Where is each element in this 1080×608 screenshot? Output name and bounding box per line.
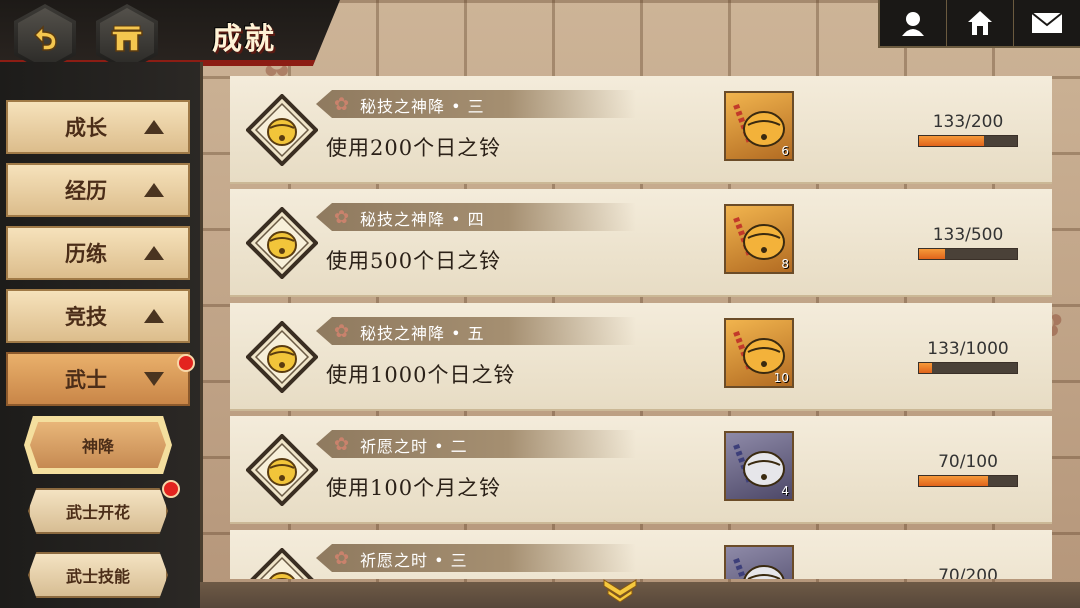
castle-gate-icon bbox=[111, 25, 143, 52]
house-button[interactable] bbox=[947, 0, 1014, 46]
reward-item[interactable]: 4 bbox=[724, 431, 794, 501]
page-title: 成就 bbox=[212, 22, 276, 57]
reward-count: 8 bbox=[781, 257, 789, 271]
subitem-divine-descent[interactable]: 神降 bbox=[24, 416, 172, 474]
floor-strip bbox=[200, 582, 1080, 608]
sakura-icon: ✿ bbox=[334, 548, 350, 569]
achievement-title: 祈愿之时 • 三 bbox=[360, 551, 468, 570]
chevron-up-icon bbox=[144, 309, 164, 323]
reward-item[interactable]: 6 bbox=[724, 91, 794, 161]
character-button[interactable] bbox=[880, 0, 947, 46]
bell-medal-icon bbox=[246, 207, 318, 279]
achievement-title: 祈愿之时 • 二 bbox=[360, 437, 468, 456]
sakura-icon: ✿ bbox=[334, 94, 350, 115]
category-label: 竞技 bbox=[65, 304, 107, 329]
category-label: 武士 bbox=[65, 367, 107, 392]
notification-badge bbox=[177, 354, 195, 372]
progress-bar bbox=[918, 135, 1018, 147]
category-arena[interactable]: 竞技 bbox=[6, 289, 190, 343]
mail-icon bbox=[1031, 12, 1063, 33]
achievement-description: 使用200个日之铃 bbox=[326, 136, 502, 160]
subitem-samurai-bloom[interactable]: 武士开花 bbox=[28, 488, 168, 534]
scroll-down-button[interactable] bbox=[600, 578, 640, 604]
category-label: 经历 bbox=[65, 178, 107, 203]
achievement-title-banner: ✿ 祈愿之时 • 二 bbox=[316, 430, 636, 458]
reward-count: 10 bbox=[773, 371, 789, 385]
category-training[interactable]: 历练 bbox=[6, 226, 190, 280]
achievement-row[interactable]: ✿ 秘技之神降 • 三使用200个日之铃 6 133/200 bbox=[230, 76, 1052, 184]
category-samurai[interactable]: 武士 bbox=[6, 352, 190, 406]
achievement-title-banner: ✿ 秘技之神降 • 五 bbox=[316, 317, 636, 345]
subitem-label: 武士技能 bbox=[65, 567, 130, 586]
sakura-icon: ✿ bbox=[334, 207, 350, 228]
bell-medal-icon bbox=[246, 321, 318, 393]
sakura-icon: ✿ bbox=[334, 434, 350, 455]
mail-button[interactable] bbox=[1014, 0, 1080, 46]
notification-badge bbox=[162, 480, 180, 498]
progress-text: 133/200 bbox=[932, 112, 1004, 132]
achievement-title: 秘技之神降 • 五 bbox=[360, 324, 485, 343]
back-arrow-icon bbox=[33, 25, 57, 51]
progress-fill bbox=[919, 249, 946, 259]
progress-fill bbox=[919, 476, 988, 486]
progress-text: 70/200 bbox=[938, 566, 998, 579]
reward-count: 6 bbox=[781, 144, 789, 158]
progress-fill bbox=[919, 363, 933, 373]
chevron-up-icon bbox=[144, 246, 164, 260]
subitem-label: 神降 bbox=[81, 437, 114, 456]
reward-item[interactable]: 10 bbox=[724, 318, 794, 388]
reward-item[interactable]: 8 bbox=[724, 204, 794, 274]
progress-bar bbox=[918, 362, 1018, 374]
subitem-label: 武士开花 bbox=[65, 503, 130, 522]
category-sidebar: 成长 经历 历练 竞技 武士 神降 武士开花 武士技能 bbox=[0, 62, 203, 608]
house-icon bbox=[968, 11, 992, 35]
category-label: 成长 bbox=[65, 115, 107, 140]
achievement-title: 秘技之神降 • 三 bbox=[360, 97, 485, 116]
achievement-title-banner: ✿ 秘技之神降 • 三 bbox=[316, 90, 636, 118]
character-icon bbox=[902, 12, 924, 36]
progress-fill bbox=[919, 136, 985, 146]
chevron-up-icon bbox=[144, 120, 164, 134]
achievement-row[interactable]: ✿ 祈愿之时 • 二使用100个月之铃 4 70/100 bbox=[230, 416, 1052, 524]
category-label: 历练 bbox=[65, 241, 107, 266]
achievement-title-banner: ✿ 祈愿之时 • 三 bbox=[316, 544, 636, 572]
achievement-description: 使用1000个日之铃 bbox=[326, 363, 516, 387]
progress-bar bbox=[918, 248, 1018, 260]
category-growth[interactable]: 成长 bbox=[6, 100, 190, 154]
top-right-toolbar bbox=[878, 0, 1080, 48]
achievement-title: 秘技之神降 • 四 bbox=[360, 210, 485, 229]
category-experience[interactable]: 经历 bbox=[6, 163, 190, 217]
reward-count: 4 bbox=[781, 484, 789, 498]
achievement-list[interactable]: ✿ 秘技之神降 • 三使用200个日之铃 6 133/200 ✿ 秘技之神降 • 四使用5… bbox=[230, 76, 1052, 579]
progress-text: 133/1000 bbox=[927, 339, 1009, 359]
chevron-up-icon bbox=[144, 183, 164, 197]
subitem-samurai-skills[interactable]: 武士技能 bbox=[28, 552, 168, 598]
progress-text: 70/100 bbox=[938, 452, 998, 472]
reward-item[interactable] bbox=[724, 545, 794, 579]
bell-medal-icon bbox=[246, 94, 318, 166]
achievement-row[interactable]: ✿ 秘技之神降 • 四使用500个日之铃 8 133/500 bbox=[230, 189, 1052, 297]
achievement-title-banner: ✿ 秘技之神降 • 四 bbox=[316, 203, 636, 231]
sakura-icon: ✿ bbox=[334, 321, 350, 342]
achievement-description: 使用100个月之铃 bbox=[326, 476, 502, 500]
achievement-row[interactable]: ✿ 祈愿之时 • 三 70/200 bbox=[230, 530, 1052, 579]
progress-text: 133/500 bbox=[932, 225, 1004, 245]
bell-medal-icon bbox=[250, 548, 314, 579]
moon-bell-icon bbox=[733, 557, 785, 579]
achievement-row[interactable]: ✿ 秘技之神降 • 五使用1000个日之铃 10 133/1000 bbox=[230, 303, 1052, 411]
chevron-down-icon bbox=[144, 372, 164, 386]
bell-medal-icon bbox=[246, 434, 318, 506]
achievement-description: 使用500个日之铃 bbox=[326, 249, 502, 273]
progress-bar bbox=[918, 475, 1018, 487]
